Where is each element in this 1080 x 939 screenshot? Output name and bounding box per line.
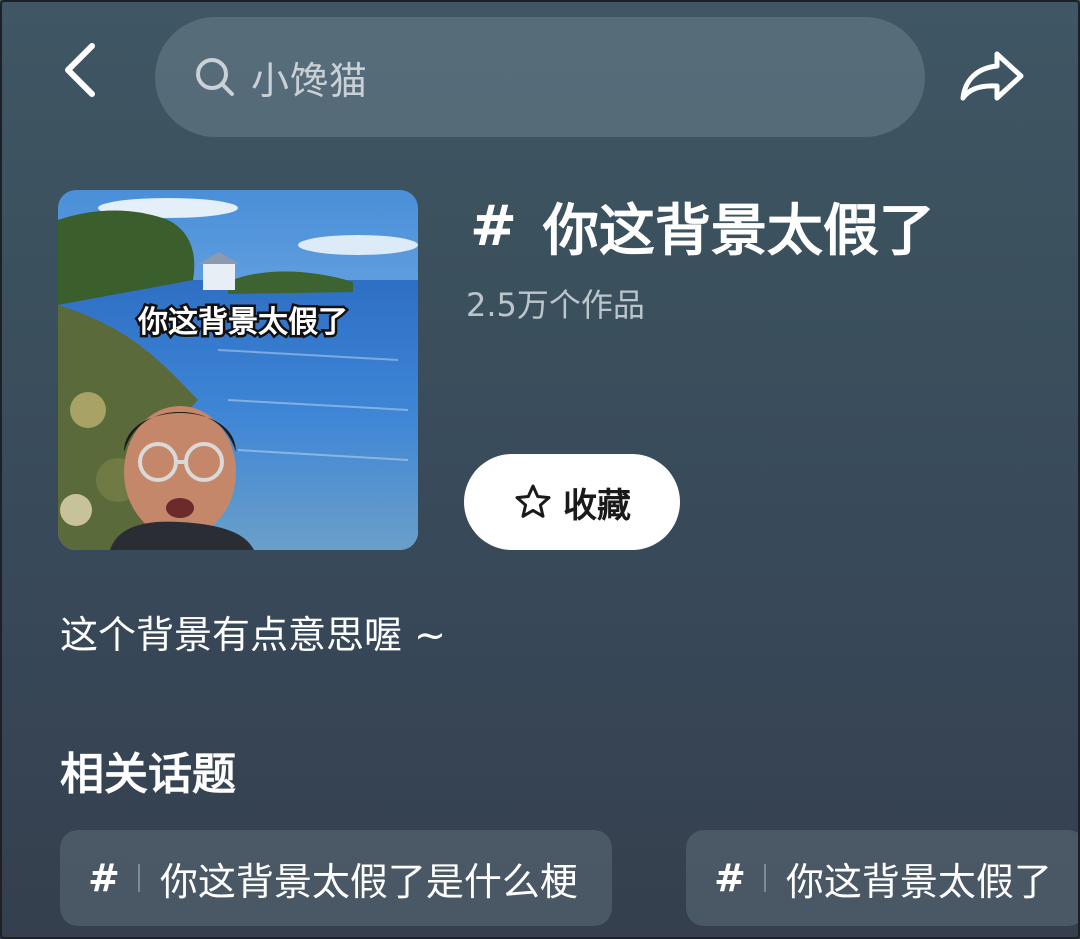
hash-icon: # <box>714 856 746 900</box>
back-button[interactable] <box>44 34 116 106</box>
chip-divider <box>137 864 140 892</box>
topic-description: 这个背景有点意思喔 ~ <box>60 613 446 657</box>
related-topics-list: # 你这背景太假了是什么梗 # 你这背景太假了 <box>60 830 1080 926</box>
cover-caption-text: 你这背景太假了 <box>137 305 348 340</box>
related-topic-chip[interactable]: # 你这背景太假了 <box>686 830 1080 926</box>
chevron-left-icon <box>65 43 95 97</box>
favorite-button-label: 收藏 <box>563 485 631 526</box>
search-input[interactable]: 小馋猫 <box>155 17 925 137</box>
favorite-button[interactable]: 收藏 <box>464 454 680 550</box>
related-topic-label: 你这背景太假了是什么梗 <box>159 859 578 904</box>
hash-icon: # <box>470 193 517 259</box>
search-icon <box>193 55 237 99</box>
topic-title: # 你这背景太假了 <box>470 190 935 264</box>
star-outline-icon <box>513 482 553 522</box>
chip-divider <box>763 864 766 892</box>
topic-count: 2.5万个作品 <box>466 286 645 324</box>
hash-icon: # <box>88 856 120 900</box>
share-button[interactable] <box>952 40 1032 112</box>
related-topics-title: 相关话题 <box>60 749 236 800</box>
search-query-text: 小馋猫 <box>251 58 369 103</box>
topic-title-text: 你这背景太假了 <box>542 198 935 264</box>
related-topic-label: 你这背景太假了 <box>785 859 1052 904</box>
related-topic-chip[interactable]: # 你这背景太假了是什么梗 <box>60 830 612 926</box>
topic-cover-image[interactable]: 你这背景太假了 <box>58 190 418 550</box>
share-arrow-icon <box>960 51 1024 101</box>
